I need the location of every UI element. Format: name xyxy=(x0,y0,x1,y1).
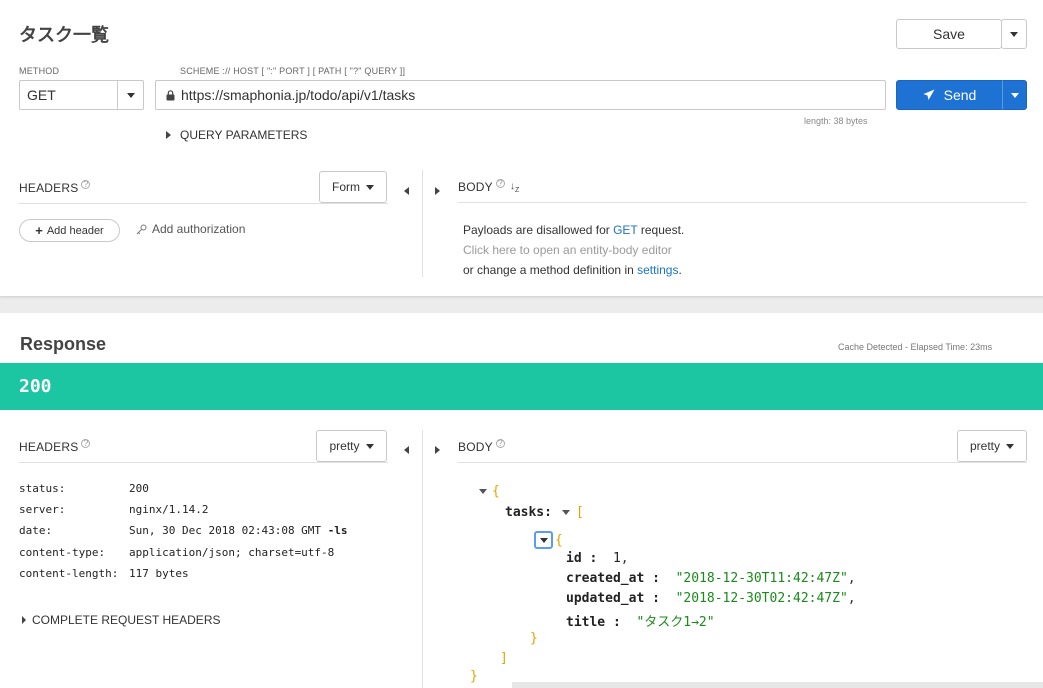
json-title-line: title : "タスク1→2" xyxy=(566,611,715,630)
request-headers-text: HEADERS xyxy=(19,181,79,195)
collapse-left-button[interactable] xyxy=(404,182,409,200)
json-brace: { xyxy=(555,532,563,548)
body-message-text: request. xyxy=(637,223,685,237)
save-button-label: Save xyxy=(933,26,965,42)
query-parameters-toggle[interactable]: QUERY PARAMETERS xyxy=(166,128,307,142)
request-headers-label: HEADERS? xyxy=(19,180,91,195)
query-parameters-label: QUERY PARAMETERS xyxy=(180,128,308,142)
json-created-line: created_at : "2018-12-30T11:42:47Z", xyxy=(566,571,856,586)
sort-icon[interactable]: ↓Z xyxy=(510,181,520,194)
json-id-line: id : 1, xyxy=(566,551,629,566)
method-label: METHOD xyxy=(19,66,60,76)
paper-plane-icon xyxy=(923,89,935,100)
add-header-button[interactable]: + Add header xyxy=(19,219,120,242)
response-panel: Response Cache Detected - Elapsed Time: … xyxy=(0,313,1043,688)
chevron-down-icon xyxy=(126,92,135,98)
url-length: length: 38 bytes xyxy=(804,116,868,126)
save-button[interactable]: Save xyxy=(896,19,1002,49)
body-disallowed-message: Payloads are disallowed for GET request.… xyxy=(463,220,684,280)
send-button-label: Send xyxy=(943,87,977,103)
panel-splitter[interactable] xyxy=(422,170,423,277)
json-comma: , xyxy=(847,591,856,606)
chevron-down-icon xyxy=(1010,92,1019,98)
json-viewer: { tasks : [ { id : 1, created_at : "2018… xyxy=(0,313,1043,688)
add-authorization-link[interactable]: Add authorization xyxy=(136,222,245,236)
horizontal-scrollbar[interactable] xyxy=(512,682,1043,688)
divider xyxy=(458,202,1027,203)
headers-mode-select[interactable]: Form xyxy=(319,171,387,203)
json-colon: : xyxy=(581,551,598,566)
request-body-text: BODY xyxy=(458,180,493,194)
method-value: GET xyxy=(27,87,56,103)
json-string: "2018-12-30T02:42:47Z" xyxy=(675,591,848,606)
json-updated-line: updated_at : "2018-12-30T02:42:47Z", xyxy=(566,591,856,606)
json-brace-close: } xyxy=(470,669,478,684)
chevron-down-icon xyxy=(539,537,548,543)
chevron-down-icon xyxy=(366,184,374,190)
body-message-text: or change a method definition in xyxy=(463,263,638,277)
json-key: tasks xyxy=(505,505,545,520)
help-icon[interactable]: ? xyxy=(495,178,505,188)
collapse-right-button[interactable] xyxy=(435,182,440,200)
body-message-line1: Payloads are disallowed for GET request. xyxy=(463,220,684,240)
json-comma: , xyxy=(847,571,856,586)
chevron-down-icon xyxy=(1010,31,1018,37)
chevron-left-icon xyxy=(404,187,409,195)
request-title: タスク一覧 xyxy=(19,25,109,45)
json-item-open-line: { xyxy=(534,531,563,549)
lock-icon xyxy=(166,89,175,100)
url-label: SCHEME :// HOST [ ":" PORT ] [ PATH [ "?… xyxy=(180,66,406,76)
json-comma: , xyxy=(620,551,629,566)
json-bracket: [ xyxy=(575,505,584,520)
request-panel: タスク一覧 Save METHOD SCHEME :// HOST [ ":" … xyxy=(0,0,1043,297)
json-item-close: } xyxy=(530,631,538,646)
method-link[interactable]: GET xyxy=(613,223,637,237)
json-tasks-line: tasks : [ xyxy=(505,505,584,520)
json-colon: : xyxy=(544,505,552,520)
chevron-right-icon xyxy=(435,187,440,195)
json-brace: { xyxy=(492,484,500,499)
plus-icon: + xyxy=(35,223,43,238)
collapse-toggle-icon[interactable] xyxy=(561,510,570,515)
add-header-label: Add header xyxy=(46,224,104,237)
url-input[interactable]: https://smaphonia.jp/todo/api/v1/tasks xyxy=(155,80,886,110)
json-key: id xyxy=(566,551,582,566)
json-colon: : xyxy=(644,571,660,586)
json-string: "タスク1→2" xyxy=(636,615,715,630)
request-body-label: BODY? ↓Z xyxy=(458,178,520,194)
body-message-text: . xyxy=(678,263,682,277)
json-string: "2018-12-30T11:42:47Z" xyxy=(675,571,848,586)
save-options-button[interactable] xyxy=(1001,19,1027,49)
headers-mode-value: Form xyxy=(332,180,360,194)
collapse-toggle-icon-focused[interactable] xyxy=(534,531,553,549)
method-select[interactable]: GET xyxy=(19,80,144,110)
divider xyxy=(19,203,388,204)
json-colon: : xyxy=(605,615,621,630)
json-key: created_at xyxy=(566,571,645,586)
json-number: 1 xyxy=(612,551,621,566)
json-key: updated_at xyxy=(566,591,645,606)
body-message-text: Payloads are disallowed for xyxy=(463,223,614,237)
add-authorization-label: Add authorization xyxy=(152,222,246,236)
open-body-editor-link[interactable]: Click here to open an entity-body editor xyxy=(463,240,684,260)
url-value: https://smaphonia.jp/todo/api/v1/tasks xyxy=(181,87,416,103)
settings-link[interactable]: settings xyxy=(637,263,678,277)
json-key: title xyxy=(566,615,606,630)
body-message-line3: or change a method definition in setting… xyxy=(463,260,684,280)
collapse-toggle-icon[interactable] xyxy=(479,489,487,494)
send-options-button[interactable] xyxy=(1002,80,1027,110)
method-dropdown-toggle[interactable] xyxy=(117,81,143,109)
help-icon[interactable]: ? xyxy=(81,180,91,189)
send-button[interactable]: Send xyxy=(896,80,1003,110)
json-root-line: { xyxy=(479,484,500,499)
json-bracket-close: ] xyxy=(500,651,508,666)
chevron-right-icon xyxy=(166,131,171,139)
json-colon: : xyxy=(644,591,660,606)
key-icon xyxy=(136,224,147,234)
